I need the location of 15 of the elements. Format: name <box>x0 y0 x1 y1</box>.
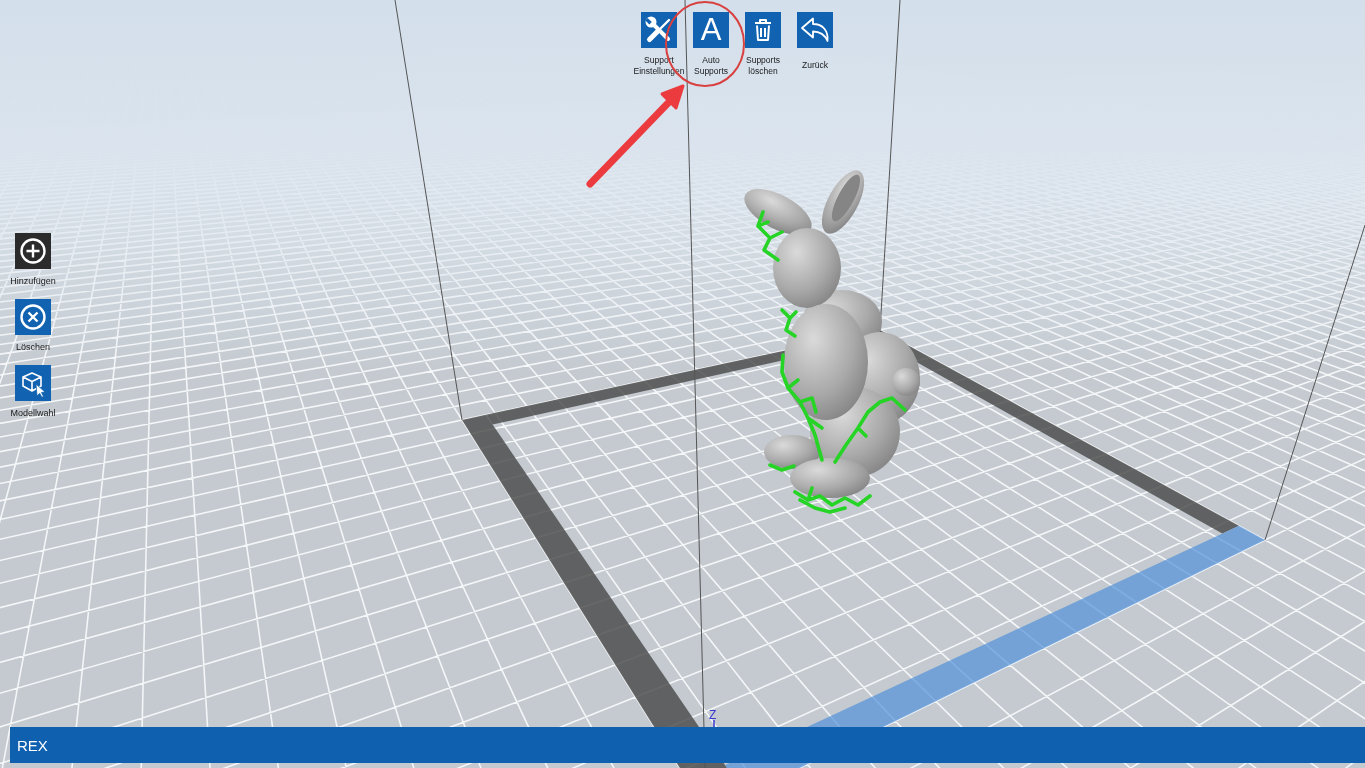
letter-icon: A <box>693 12 729 48</box>
sidebar-button[interactable]: Hinzufügen <box>5 233 61 287</box>
sidebar-button[interactable]: Löschen <box>5 299 61 353</box>
axis-label: Z <box>709 708 717 722</box>
toolbar-button[interactable]: Zurück <box>797 12 833 76</box>
toolbar-button[interactable]: Supports löschen <box>745 12 781 76</box>
toolbar-button[interactable]: A Auto Supports <box>693 12 729 76</box>
status-title: REX <box>16 736 48 754</box>
wrench-screwdriver-icon <box>641 12 677 48</box>
cube-cursor-icon <box>15 365 51 401</box>
trash-icon <box>745 12 781 48</box>
sidebar-button[interactable]: Modellwahl <box>5 365 61 419</box>
support-structure <box>780 308 798 338</box>
z-axis-line <box>713 719 715 729</box>
support-structure <box>756 210 784 262</box>
